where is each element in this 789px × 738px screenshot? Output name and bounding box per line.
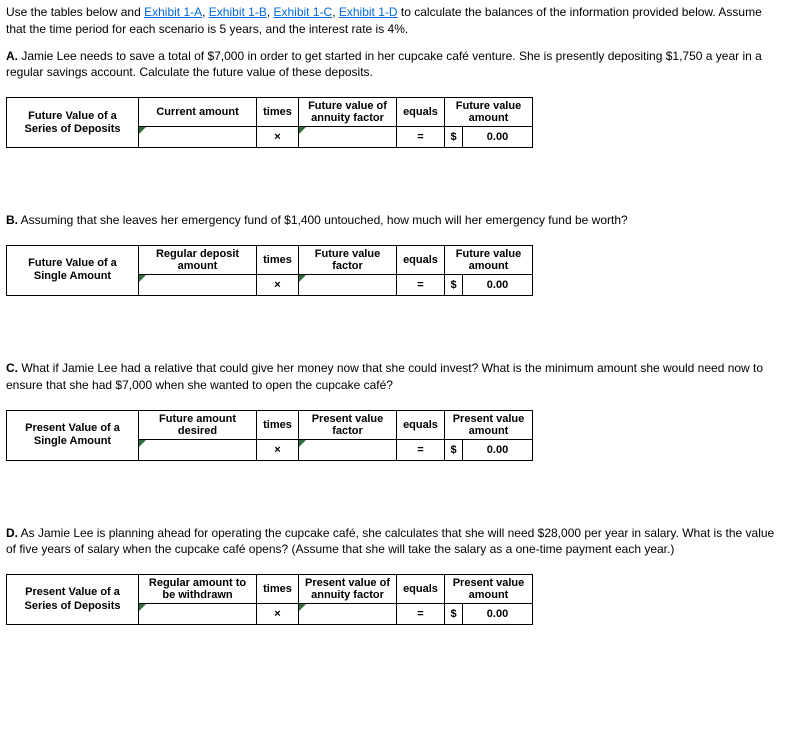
table-c-dollar: $ [445,439,463,460]
table-b-input2-cell [299,274,397,295]
table-d-rowlabel: Present Value of a Series of Deposits [7,575,139,625]
exhibit-1a-link[interactable]: Exhibit 1-A [144,5,202,19]
table-c-h2: times [257,410,299,439]
table-c-input2[interactable] [303,442,392,458]
table-c-h1: Future amount desired [139,410,257,439]
table-d-input2-cell [299,604,397,625]
table-a-input1[interactable] [143,129,252,145]
intro-part1: Use the tables below and [6,5,144,19]
table-a-eq: = [397,127,445,148]
table-b-h1: Regular deposit amount [139,245,257,274]
table-d-h5: Present value amount [445,575,533,604]
exhibit-1c-link[interactable]: Exhibit 1-C [274,5,333,19]
intro-text: Use the tables below and Exhibit 1-A, Ex… [6,4,783,38]
table-a-times: × [257,127,299,148]
table-a-h5: Future value amount [445,98,533,127]
section-a-text: Jamie Lee needs to save a total of $7,00… [6,49,762,80]
table-d-h4: equals [397,575,445,604]
table-d-result: 0.00 [463,604,533,625]
section-b: B. Assuming that she leaves her emergenc… [6,212,783,229]
table-d-h2: times [257,575,299,604]
table-a-rowlabel: Future Value of a Series of Deposits [7,98,139,148]
table-c-h4: equals [397,410,445,439]
table-a-dollar: $ [445,127,463,148]
table-a-input2-cell [299,127,397,148]
exhibit-1b-link[interactable]: Exhibit 1-B [209,5,267,19]
table-a-h1: Current amount [139,98,257,127]
table-b-rowlabel: Future Value of a Single Amount [7,245,139,295]
table-d-h1: Regular amount to be withdrawn [139,575,257,604]
table-c-h3: Present value factor [299,410,397,439]
table-b-h3: Future value factor [299,245,397,274]
table-c-eq: = [397,439,445,460]
table-c-input1[interactable] [143,442,252,458]
table-b-times: × [257,274,299,295]
table-a-h4: equals [397,98,445,127]
section-a: A. Jamie Lee needs to save a total of $7… [6,48,783,82]
section-c-label: C. [6,361,18,375]
section-d: D. As Jamie Lee is planning ahead for op… [6,525,783,559]
table-c-result: 0.00 [463,439,533,460]
table-b-h4: equals [397,245,445,274]
table-b-input2[interactable] [303,277,392,293]
table-c-times: × [257,439,299,460]
section-d-text: As Jamie Lee is planning ahead for opera… [6,526,774,557]
table-d-input2[interactable] [303,606,392,622]
table-c-h5: Present value amount [445,410,533,439]
table-c-input1-cell [139,439,257,460]
table-d-input1-cell [139,604,257,625]
table-b-dollar: $ [445,274,463,295]
table-a-result: 0.00 [463,127,533,148]
table-b-input1[interactable] [143,277,252,293]
section-a-label: A. [6,49,18,63]
table-d-eq: = [397,604,445,625]
table-d: Present Value of a Series of Deposits Re… [6,574,533,625]
table-d-dollar: $ [445,604,463,625]
section-d-label: D. [6,526,18,540]
table-a: Future Value of a Series of Deposits Cur… [6,97,533,148]
section-b-label: B. [6,213,18,227]
table-b-input1-cell [139,274,257,295]
table-d-times: × [257,604,299,625]
table-b-h5: Future value amount [445,245,533,274]
section-b-text: Assuming that she leaves her emergency f… [18,213,628,227]
table-a-h3: Future value of annuity factor [299,98,397,127]
table-b-result: 0.00 [463,274,533,295]
exhibit-1d-link[interactable]: Exhibit 1-D [339,5,398,19]
section-c-text: What if Jamie Lee had a relative that co… [6,361,763,392]
table-c-rowlabel: Present Value of a Single Amount [7,410,139,460]
table-c-input2-cell [299,439,397,460]
table-b: Future Value of a Single Amount Regular … [6,245,533,296]
table-a-input1-cell [139,127,257,148]
table-d-h3: Present value of annuity factor [299,575,397,604]
table-a-input2[interactable] [303,129,392,145]
section-c: C. What if Jamie Lee had a relative that… [6,360,783,394]
table-d-input1[interactable] [143,606,252,622]
table-b-eq: = [397,274,445,295]
table-b-h2: times [257,245,299,274]
table-c: Present Value of a Single Amount Future … [6,410,533,461]
table-a-h2: times [257,98,299,127]
